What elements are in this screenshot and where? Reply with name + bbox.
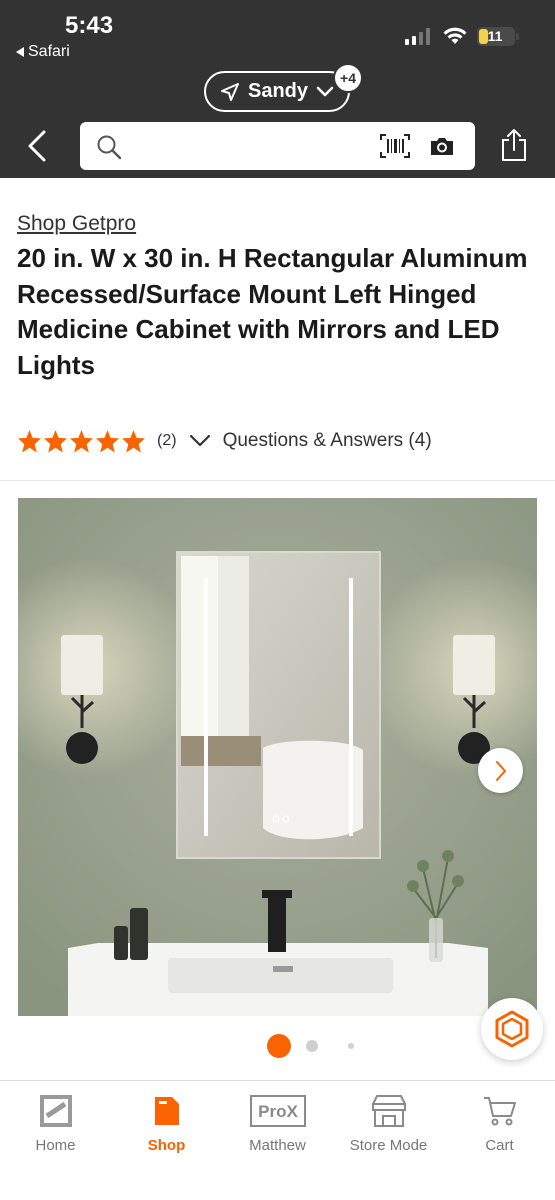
back-app-label: Safari xyxy=(28,43,70,60)
wifi-icon xyxy=(443,27,467,44)
cart-icon xyxy=(483,1097,516,1126)
review-count[interactable]: (2) xyxy=(157,432,177,450)
star-rating xyxy=(17,429,146,453)
pagination-dot[interactable] xyxy=(348,1043,354,1049)
location-count-badge[interactable]: +4 xyxy=(333,63,363,93)
battery-icon: 11 xyxy=(477,27,519,46)
tab-prox[interactable]: ProX Matthew xyxy=(222,1091,333,1154)
status-time: 5:43 xyxy=(65,12,114,39)
chevron-right-icon xyxy=(495,760,506,781)
prox-text: ProX xyxy=(258,1102,298,1121)
app-header: 5:43 Safari 11 Sandy +4 xyxy=(0,0,555,178)
home-depot-logo-icon xyxy=(39,1095,72,1127)
rating-row[interactable]: (2) Questions & Answers (4) xyxy=(17,428,432,454)
section-divider xyxy=(0,480,555,481)
chevron-down-icon xyxy=(316,86,334,96)
search-bar[interactable] xyxy=(80,122,475,170)
gallery-pagination xyxy=(267,1034,354,1058)
back-triangle-icon xyxy=(16,47,24,57)
chat-assistant-button[interactable] xyxy=(481,998,543,1060)
medicine-cabinet-photo xyxy=(18,498,537,1016)
tab-shop[interactable]: Shop xyxy=(111,1091,222,1154)
tab-store-mode[interactable]: Store Mode xyxy=(333,1091,444,1154)
shop-tag-icon xyxy=(154,1097,179,1125)
share-icon[interactable] xyxy=(500,128,528,162)
product-title: 20 in. W x 30 in. H Rectangular Aluminum… xyxy=(17,243,528,380)
cellular-signal-icon xyxy=(405,28,430,45)
chevron-down-icon[interactable] xyxy=(189,434,211,448)
tab-cart[interactable]: Cart xyxy=(444,1091,555,1154)
pagination-dot[interactable] xyxy=(306,1040,318,1052)
store-location-selector[interactable]: Sandy xyxy=(204,71,350,112)
star-icon xyxy=(44,430,67,453)
star-icon xyxy=(122,430,145,453)
tab-label: Matthew xyxy=(249,1137,306,1154)
back-to-safari-link[interactable]: Safari xyxy=(16,43,70,61)
star-icon xyxy=(18,430,41,453)
location-arrow-icon xyxy=(221,82,239,101)
tab-home[interactable]: Home xyxy=(0,1091,111,1154)
tab-label: Store Mode xyxy=(349,1137,428,1154)
next-image-button[interactable] xyxy=(478,748,523,793)
location-name: Sandy xyxy=(248,80,309,102)
pagination-dot-active[interactable] xyxy=(267,1034,291,1058)
star-icon xyxy=(96,430,119,453)
store-icon xyxy=(371,1095,406,1127)
camera-icon[interactable] xyxy=(429,135,455,157)
prox-icon: ProX xyxy=(249,1095,306,1127)
tab-label: Home xyxy=(35,1137,76,1154)
battery-level: 11 xyxy=(487,28,503,44)
tab-label: Shop xyxy=(147,1137,186,1154)
search-icon xyxy=(97,135,122,160)
bottom-tab-bar: Home Shop ProX Matthew Store Mode Cart xyxy=(0,1080,555,1200)
back-chevron-icon[interactable] xyxy=(22,126,54,166)
hexagon-assistant-icon xyxy=(495,1010,529,1048)
tab-label: Cart xyxy=(485,1137,514,1154)
barcode-scan-icon[interactable] xyxy=(380,134,410,158)
questions-answers-link[interactable]: Questions & Answers (4) xyxy=(223,430,432,452)
product-image[interactable] xyxy=(18,498,537,1016)
brand-link[interactable]: Shop Getpro xyxy=(17,212,136,236)
star-icon xyxy=(70,430,93,453)
